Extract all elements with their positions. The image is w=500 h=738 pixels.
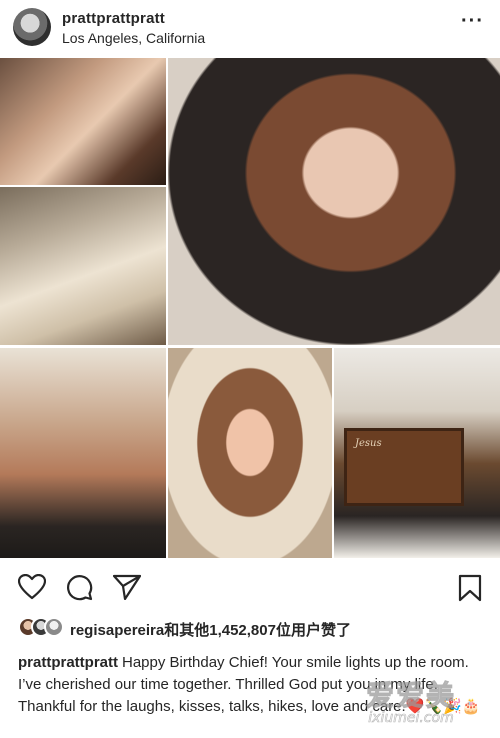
profile-avatar[interactable] xyxy=(13,8,51,46)
likes-row[interactable]: regisapereira和其他1,452,807位用户赞了 xyxy=(18,617,488,639)
bookmark-icon[interactable] xyxy=(458,574,482,602)
post-location[interactable]: Los Angeles, California xyxy=(62,30,205,46)
watermark-logo: 爱爱美 xyxy=(365,679,456,713)
photo-smile-large xyxy=(168,58,500,345)
likes-count-text[interactable]: regisapereira和其他1,452,807位用户赞了 xyxy=(70,619,351,640)
placard-text: Jesus xyxy=(355,438,382,449)
site-watermark: 爱爱美 ixiumei.com xyxy=(336,674,486,727)
action-bar xyxy=(0,562,500,606)
ellipsis-icon[interactable]: ··· xyxy=(461,10,484,33)
photo-sitting xyxy=(0,187,166,345)
watermark-url: ixiumei.com xyxy=(368,710,454,727)
comment-icon[interactable] xyxy=(66,574,93,601)
photo-face-masks xyxy=(0,348,166,558)
liker-avatar xyxy=(44,617,64,637)
photo-hair-up xyxy=(168,348,332,558)
post-username[interactable]: prattprattpratt xyxy=(62,10,165,27)
heart-icon[interactable] xyxy=(18,574,46,600)
jesus-placard: Jesus xyxy=(344,428,464,506)
caption-username[interactable]: prattprattpratt xyxy=(18,654,118,671)
send-icon[interactable] xyxy=(113,574,141,600)
post-header: prattprattpratt Los Angeles, California … xyxy=(0,0,500,58)
post-photo-collage[interactable]: Jesus xyxy=(0,58,500,558)
photo-placard: Jesus xyxy=(334,348,500,558)
photo-kiss xyxy=(0,58,166,185)
